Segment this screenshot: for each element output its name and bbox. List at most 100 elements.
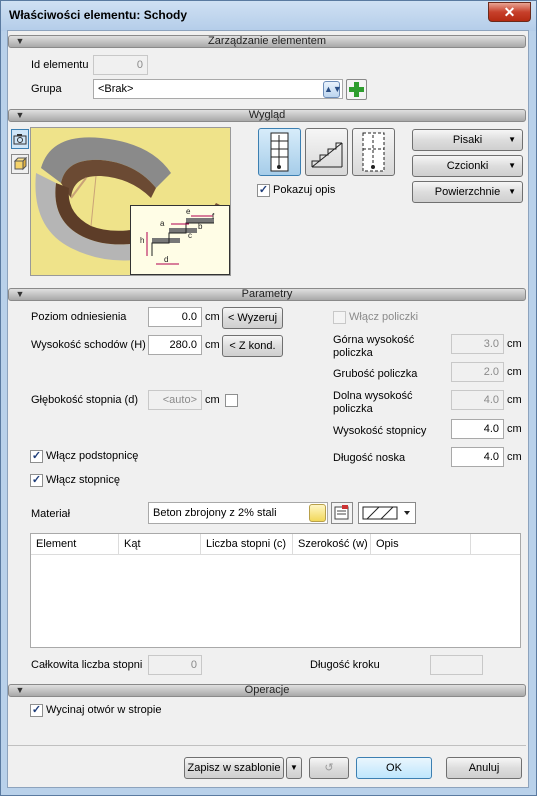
section-title: Zarządzanie elementem <box>207 35 326 47</box>
stringer-checkbox[interactable] <box>333 311 346 324</box>
dropdown-arrow-icon: ▼ <box>508 161 516 170</box>
top-stringer-input: 3.0 <box>451 334 504 354</box>
material-dropdown-icon[interactable] <box>309 504 326 522</box>
section-view-button[interactable] <box>305 128 348 176</box>
riser-checkbox[interactable]: ✓ <box>30 450 43 463</box>
show-description-label: Pokazuj opis <box>273 184 336 196</box>
tread-height-input[interactable]: 4.0 <box>451 419 504 439</box>
bottom-stringer-input: 4.0 <box>451 390 504 410</box>
section-header-appearance[interactable]: ▼ Wygląd <box>8 109 526 122</box>
section-title: Operacje <box>244 684 290 696</box>
fonts-button-label: Czcionki <box>446 160 489 172</box>
material-label: Materiał <box>31 508 71 520</box>
column-header-description[interactable]: Opis <box>371 534 471 554</box>
id-field: 0 <box>93 55 148 75</box>
save-template-button[interactable]: Zapisz w szablonie <box>184 757 284 779</box>
stair-height-label: Wysokość schodów (H) <box>31 339 146 351</box>
total-steps-label: Całkowita liczba stopni <box>31 659 143 671</box>
section-title: Wygląd <box>248 109 286 121</box>
camera-icon <box>13 134 27 145</box>
id-label: Id elementu <box>31 59 89 71</box>
add-group-button[interactable] <box>346 79 367 100</box>
dimension-inset: e a b h f c d <box>130 205 230 275</box>
material-value: Beton zbrojony z 2% stali <box>153 507 277 519</box>
stair-height-input[interactable]: 280.0 <box>148 335 202 355</box>
box-icon <box>13 156 28 171</box>
title-bar[interactable]: Właściwości elementu: Schody ✕ <box>1 1 536 31</box>
dropdown-arrow-icon: ▼ <box>290 763 298 772</box>
dim-d: d <box>164 255 169 264</box>
dim-a: a <box>160 219 165 228</box>
stair-section-icon <box>311 142 343 168</box>
column-header-step-count[interactable]: Liczba stopni (c) <box>201 534 293 554</box>
step-depth-unit: cm <box>205 394 220 406</box>
section-header-operations[interactable]: ▼ Operacje <box>8 684 526 697</box>
section-title: Parametry <box>241 288 293 300</box>
column-header-angle[interactable]: Kąt <box>119 534 201 554</box>
cut-opening-checkbox[interactable]: ✓ <box>30 704 43 717</box>
view-2d-tab[interactable] <box>11 154 29 174</box>
step-length-label: Długość kroku <box>310 659 380 671</box>
bottom-stringer-label-line1: Dolna wysokość <box>333 390 413 402</box>
top-stringer-label-line1: Górna wysokość <box>333 334 415 346</box>
column-header-element[interactable]: Element <box>31 534 119 554</box>
surfaces-button-label: Powierzchnie <box>434 186 501 198</box>
cancel-button[interactable]: Anuluj <box>446 757 522 779</box>
step-depth-label: Głębokość stopnia (d) <box>31 394 138 406</box>
footer-divider <box>8 745 526 746</box>
column-header-width[interactable]: Szerokość (w) <box>293 534 371 554</box>
section-header-parameters[interactable]: ▼ Parametry <box>8 288 526 301</box>
close-button[interactable]: ✕ <box>488 2 531 22</box>
riser-label: Włącz podstopnicę <box>46 450 139 462</box>
group-select[interactable]: <Brak> <box>93 79 343 99</box>
fonts-button[interactable]: Czcionki ▼ <box>412 155 523 177</box>
view-3d-tab[interactable] <box>11 129 29 149</box>
group-value: <Brak> <box>98 83 134 95</box>
total-steps-field: 0 <box>148 655 202 675</box>
save-template-dropdown[interactable]: ▼ <box>286 757 302 779</box>
nosing-label: Długość noska <box>333 452 406 464</box>
stringer-thickness-unit: cm <box>507 366 522 378</box>
ok-button[interactable]: OK <box>356 757 432 779</box>
surfaces-button[interactable]: Powierzchnie ▼ <box>412 181 523 203</box>
ref-level-label: Poziom odniesienia <box>31 311 127 323</box>
dim-c: c <box>188 231 192 240</box>
stair-dashed-plan-icon <box>362 132 385 172</box>
bottom-stringer-label-line2: policzka <box>333 403 373 415</box>
top-stringer-label-line2: policzka <box>333 347 373 359</box>
from-storey-button[interactable]: < Z kond. <box>222 335 283 357</box>
top-stringer-unit: cm <box>507 338 522 350</box>
stair-segments-table[interactable]: Element Kąt Liczba stopni (c) Szerokość … <box>30 533 521 648</box>
undo-button[interactable]: ↺ <box>309 757 349 779</box>
stair-height-unit: cm <box>205 339 220 351</box>
pens-button-label: Pisaki <box>452 134 483 146</box>
tread-checkbox[interactable]: ✓ <box>30 474 43 487</box>
step-depth-auto-checkbox[interactable] <box>225 394 238 407</box>
dim-f: f <box>212 212 215 221</box>
hatch-pattern-select[interactable] <box>358 502 416 524</box>
group-dropdown-icon[interactable]: ▲▼ <box>323 81 342 98</box>
material-library-icon <box>334 505 349 520</box>
hatch-pattern-icon <box>362 506 410 520</box>
show-description-checkbox[interactable]: ✓ <box>257 184 270 197</box>
material-library-button[interactable] <box>331 502 353 524</box>
step-length-field <box>430 655 483 675</box>
section-header-management[interactable]: ▼ Zarządzanie elementem <box>8 35 526 48</box>
ref-level-input[interactable]: 0.0 <box>148 307 202 327</box>
stair-dimension-diagram <box>146 215 214 265</box>
reset-level-button[interactable]: < Wyzeruj <box>222 307 283 329</box>
dropdown-arrow-icon: ▼ <box>508 187 516 196</box>
stringer-thickness-label: Grubość policzka <box>333 368 418 380</box>
pens-button[interactable]: Pisaki ▼ <box>412 129 523 151</box>
step-depth-input: <auto> <box>148 390 202 410</box>
dim-b: b <box>198 222 203 231</box>
plan-view-button[interactable] <box>258 128 301 176</box>
cut-opening-label: Wycinaj otwór w stropie <box>46 704 162 716</box>
stringer-thickness-input: 2.0 <box>451 362 504 382</box>
close-icon: ✕ <box>503 4 516 20</box>
material-select[interactable]: Beton zbrojony z 2% stali <box>148 502 328 524</box>
nosing-input[interactable]: 4.0 <box>451 447 504 467</box>
dashed-plan-view-button[interactable] <box>352 128 395 176</box>
stringer-label: Włącz policzki <box>349 311 419 323</box>
dim-h: h <box>140 236 145 245</box>
